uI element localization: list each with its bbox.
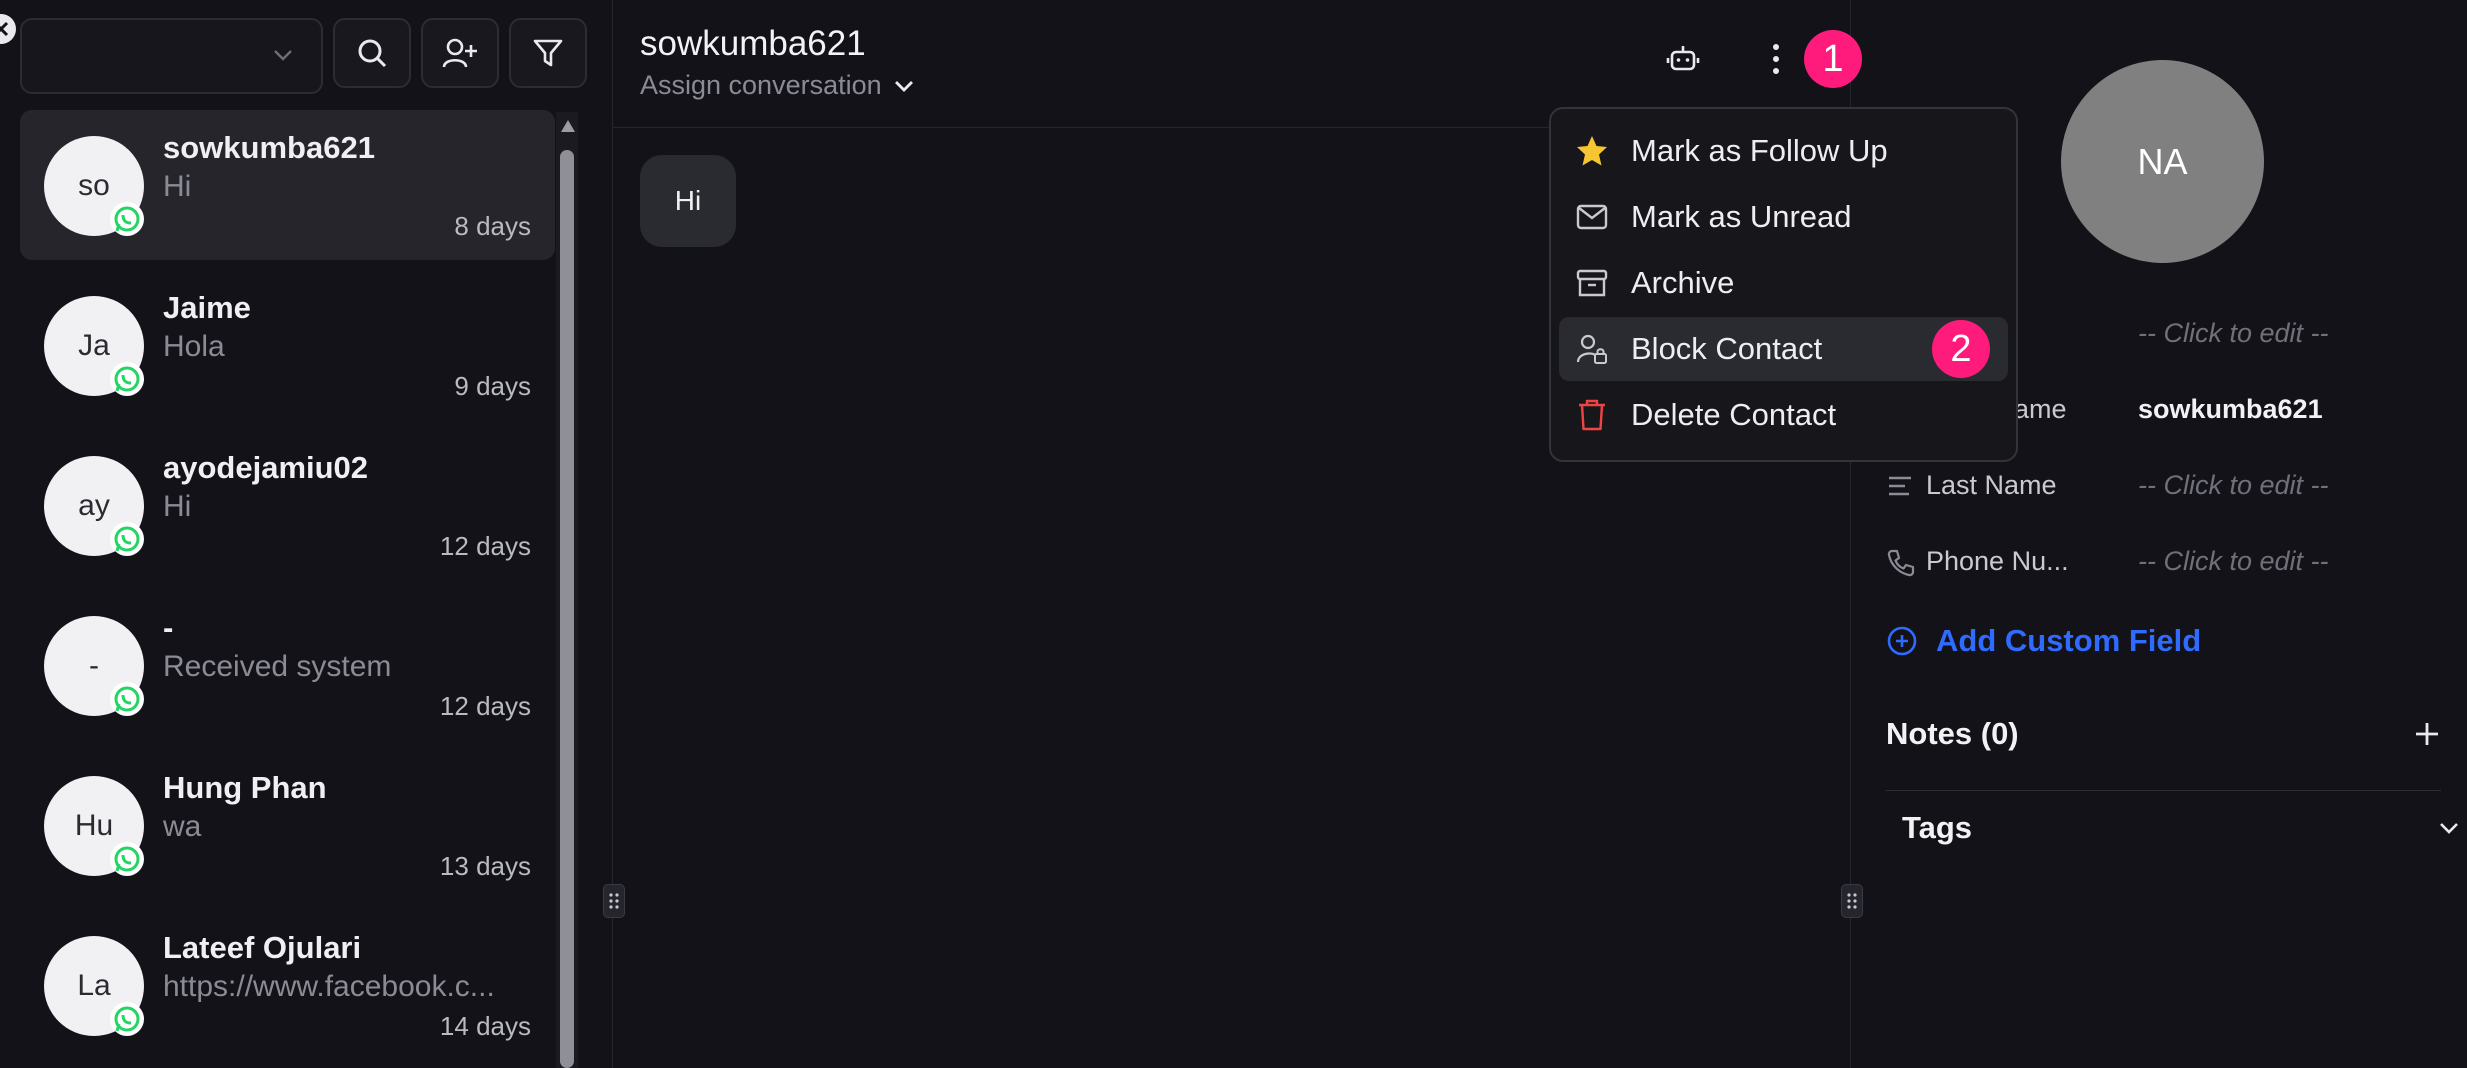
menu-item-label: Delete Contact (1631, 397, 1837, 432)
assign-label: Assign conversation (640, 70, 882, 100)
whatsapp-icon (110, 202, 144, 236)
notes-section-header: Notes (0) (1886, 716, 2441, 752)
conversation-sidebar: so sowkumba621 Hi 8 days Ja Jaime Hola 9… (0, 0, 613, 1068)
trash-icon (1575, 398, 1609, 432)
menu-item-delete-contact[interactable]: Delete Contact (1559, 383, 2008, 447)
search-button[interactable] (333, 18, 411, 88)
add-custom-field-label: Add Custom Field (1936, 623, 2202, 658)
conversation-name: sowkumba621 (163, 130, 375, 165)
whatsapp-icon (110, 842, 144, 876)
menu-item-mark-unread[interactable]: Mark as Unread (1559, 185, 2008, 249)
conversation-name: - (163, 610, 174, 645)
field-label: Last Name (1926, 470, 2057, 500)
scroll-up-icon[interactable] (561, 120, 575, 132)
conversation-time: 12 days (439, 531, 531, 561)
conversation-item[interactable]: so sowkumba621 Hi 8 days (20, 110, 555, 260)
conversation-preview: Received system (163, 650, 392, 683)
field-label: ame (2014, 394, 2067, 424)
menu-item-archive[interactable]: Archive (1559, 251, 2008, 315)
user-plus-icon (442, 38, 477, 68)
filter-button[interactable] (509, 18, 587, 88)
conversation-preview: https://www.facebook.c... (163, 970, 495, 1003)
archive-icon (1575, 266, 1609, 300)
conversation-item[interactable]: La Lateef Ojulari https://www.facebook.c… (20, 910, 555, 1060)
tags-title: Tags (1902, 810, 1973, 845)
filter-icon (533, 39, 563, 67)
whatsapp-icon (110, 362, 144, 396)
conversation-time: 13 days (439, 851, 531, 881)
conversation-list: so sowkumba621 Hi 8 days Ja Jaime Hola 9… (20, 110, 555, 1068)
field-value[interactable]: -- Click to edit -- (2138, 470, 2329, 501)
conversation-item[interactable]: Hu Hung Phan wa 13 days (20, 750, 555, 900)
contact-field-row: Phone Nu... -- Click to edit -- (1886, 546, 2446, 586)
conversation-name: Lateef Ojulari (163, 930, 362, 965)
menu-item-label: Mark as Follow Up (1631, 133, 1888, 168)
field-value[interactable]: -- Click to edit -- (2138, 318, 2329, 349)
menu-item-label: Archive (1631, 265, 1735, 300)
conversation-preview: Hola (163, 330, 225, 363)
text-lines-icon (1889, 476, 1911, 496)
conversation-name: Jaime (163, 290, 251, 325)
tags-section-header[interactable]: Tags (1886, 810, 2460, 846)
plus-circle-icon (1887, 626, 1917, 656)
sidebar-toolbar (20, 18, 588, 94)
conversation-name: Hung Phan (163, 770, 327, 805)
whatsapp-icon (110, 682, 144, 716)
step-badge: 2 (1932, 320, 1990, 378)
chevron-down-icon (894, 80, 913, 92)
conversation-item[interactable]: ay ayodejamiu02 Hi 12 days (20, 430, 555, 580)
message-bubble: Hi (640, 155, 736, 247)
add-contact-button[interactable] (421, 18, 499, 88)
add-custom-field-button[interactable]: Add Custom Field (1886, 623, 2201, 659)
field-value[interactable]: -- Click to edit -- (2138, 546, 2329, 577)
conversation-name: ayodejamiu02 (163, 450, 369, 485)
conversation-item[interactable]: Ja Jaime Hola 9 days (20, 270, 555, 420)
user-lock-icon (1575, 332, 1609, 366)
conversation-time: 8 days (454, 211, 531, 241)
chevron-down-icon (2440, 823, 2458, 834)
mail-icon (1575, 200, 1609, 234)
bot-icon[interactable] (1666, 42, 1700, 81)
menu-item-follow-up[interactable]: Mark as Follow Up (1559, 119, 2008, 183)
conversation-time: 14 days (439, 1011, 531, 1041)
chevron-down-icon (274, 50, 292, 61)
conversation-time: 12 days (439, 691, 531, 721)
conversation-options-menu: Mark as Follow Up Mark as Unread Archive… (1549, 107, 2018, 462)
account-select[interactable] (20, 18, 323, 94)
conversation-preview: Hi (163, 170, 192, 203)
field-value[interactable]: sowkumba621 (2138, 394, 2323, 425)
contact-field-row: Last Name -- Click to edit -- (1886, 470, 2446, 510)
whatsapp-icon (110, 1002, 144, 1036)
chat-contact-name: sowkumba621 (640, 24, 866, 63)
menu-item-label: Mark as Unread (1631, 199, 1852, 234)
plus-icon[interactable] (2413, 720, 2441, 748)
conversation-scrollbar[interactable] (556, 112, 578, 1068)
field-label: Phone Nu... (1926, 546, 2069, 576)
phone-icon (1887, 549, 1915, 577)
menu-item-block-contact[interactable]: Block Contact 2 (1559, 317, 2008, 381)
close-icon[interactable] (0, 14, 16, 44)
assign-conversation-dropdown[interactable]: Assign conversation (640, 70, 914, 101)
conversation-item[interactable]: - - Received system 12 days (20, 590, 555, 740)
conversation-time: 9 days (454, 371, 531, 401)
conversation-preview: Hi (163, 490, 192, 523)
contact-avatar: NA (2061, 60, 2264, 263)
star-icon (1575, 134, 1609, 168)
more-options-icon[interactable] (1770, 42, 1782, 81)
whatsapp-icon (110, 522, 144, 556)
scroll-thumb[interactable] (560, 150, 574, 1068)
conversation-preview: wa (163, 810, 202, 843)
menu-item-label: Block Contact (1631, 331, 1823, 366)
divider (1886, 790, 2441, 791)
search-icon (358, 39, 387, 68)
notes-title: Notes (0) (1886, 716, 2019, 751)
